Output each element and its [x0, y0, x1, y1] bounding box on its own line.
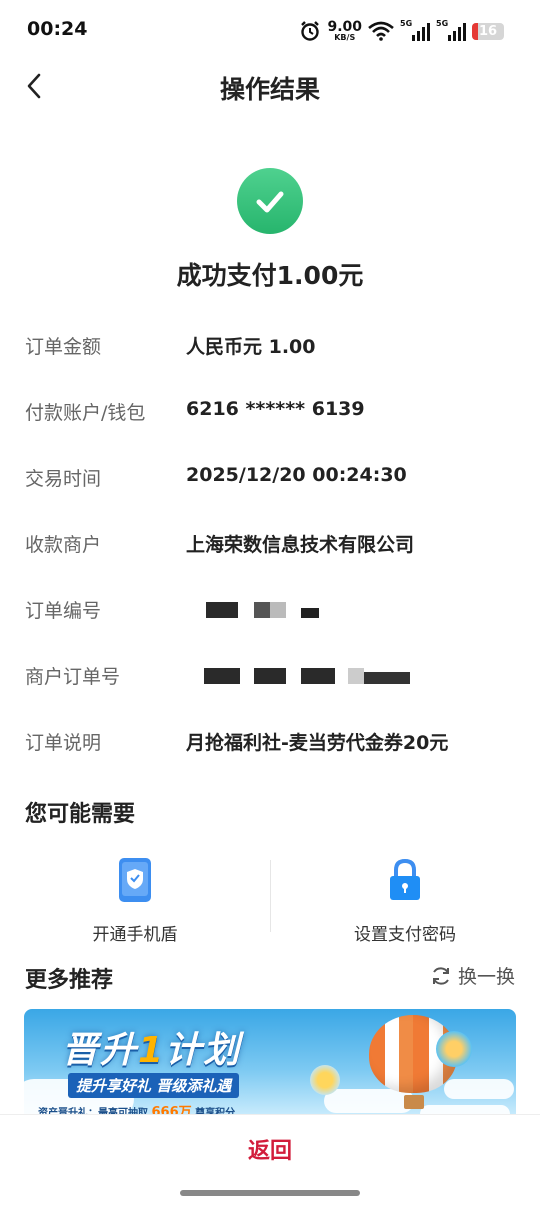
need-item-label: 设置支付密码 [354, 925, 456, 945]
detail-value: 2025/12/20 00:24:30 [186, 464, 407, 486]
redacted-block [364, 672, 410, 684]
network-speed: 9.00 KB/S [327, 19, 362, 42]
detail-label: 商户订单号 [25, 666, 121, 688]
signal-icon-sim2: 5G [436, 19, 466, 41]
gift-icon [436, 1031, 472, 1067]
section-title-recommend: 更多推荐 [25, 968, 114, 993]
detail-label: 收款商户 [25, 534, 102, 556]
alarm-icon [301, 21, 320, 41]
nav-bar: 操作结果 [0, 62, 540, 110]
detail-row-account: 付款账户/钱包 6216 ****** 6139 [0, 390, 540, 430]
need-item-phone-shield[interactable]: 开通手机盾 [0, 850, 270, 950]
need-item-set-password[interactable]: 设置支付密码 [270, 850, 540, 950]
coins-icon [310, 1065, 340, 1095]
battery-icon: 16 [472, 22, 504, 40]
detail-row-description: 订单说明 月抢福利社-麦当劳代金券20元 [0, 720, 540, 760]
redacted-block [348, 668, 364, 684]
redacted-block [204, 668, 240, 684]
redacted-block [270, 602, 286, 618]
detail-row-order-number: 订单编号 [0, 588, 540, 628]
detail-label: 付款账户/钱包 [25, 402, 146, 424]
bottom-bar: 返回 [0, 1114, 540, 1206]
redacted-block [301, 608, 319, 618]
detail-value: 人民币元 1.00 [186, 336, 316, 358]
detail-value: 6216 ****** 6139 [186, 398, 365, 420]
wifi-icon [368, 21, 394, 41]
status-time: 00:24 [27, 18, 88, 40]
lock-icon [390, 858, 420, 900]
balloon-basket [404, 1095, 424, 1109]
detail-label: 订单金额 [25, 336, 102, 358]
refresh-icon [432, 966, 449, 985]
detail-row-amount: 订单金额 人民币元 1.00 [0, 324, 540, 364]
needs-grid: 开通手机盾 设置支付密码 [0, 850, 540, 950]
payment-result-message: 成功支付1.00元 [176, 261, 364, 290]
return-button[interactable]: 返回 [0, 1133, 540, 1165]
detail-value: 上海荣数信息技术有限公司 [186, 534, 415, 556]
detail-row-merchant: 收款商户 上海荣数信息技术有限公司 [0, 522, 540, 562]
detail-row-time: 交易时间 2025/12/20 00:24:30 [0, 456, 540, 496]
home-indicator[interactable] [180, 1190, 360, 1196]
detail-value: 月抢福利社-麦当劳代金券20元 [186, 732, 449, 754]
refresh-label: 换一换 [457, 966, 515, 988]
status-bar: 00:24 9.00 KB/S 5G 5G 16 [0, 0, 540, 62]
success-check-icon [237, 168, 303, 234]
phone-shield-icon [119, 858, 151, 902]
redacted-block [254, 668, 286, 684]
redacted-block [301, 668, 335, 684]
banner-title: 晋升1计划 [62, 1030, 242, 1071]
redacted-block [206, 602, 238, 618]
section-title-needs: 您可能需要 [25, 802, 136, 827]
promo-banner[interactable]: 晋升1计划 提升享好礼 晋级添礼遇 资产晋升礼：最高可抽取 666万 尊享积分 [24, 1009, 516, 1119]
status-icons: 9.00 KB/S 5G 5G 16 [299, 19, 504, 43]
signal-icon-sim1: 5G [400, 19, 430, 41]
detail-row-merchant-order-number: 商户订单号 [0, 654, 540, 694]
detail-label: 交易时间 [25, 468, 102, 490]
detail-label: 订单编号 [25, 600, 102, 622]
detail-label: 订单说明 [25, 732, 102, 754]
page-title: 操作结果 [219, 75, 320, 104]
redacted-block [254, 602, 270, 618]
refresh-button[interactable]: 换一换 [430, 962, 515, 989]
need-item-label: 开通手机盾 [92, 925, 178, 945]
banner-subtitle: 提升享好礼 晋级添礼遇 [68, 1073, 240, 1098]
